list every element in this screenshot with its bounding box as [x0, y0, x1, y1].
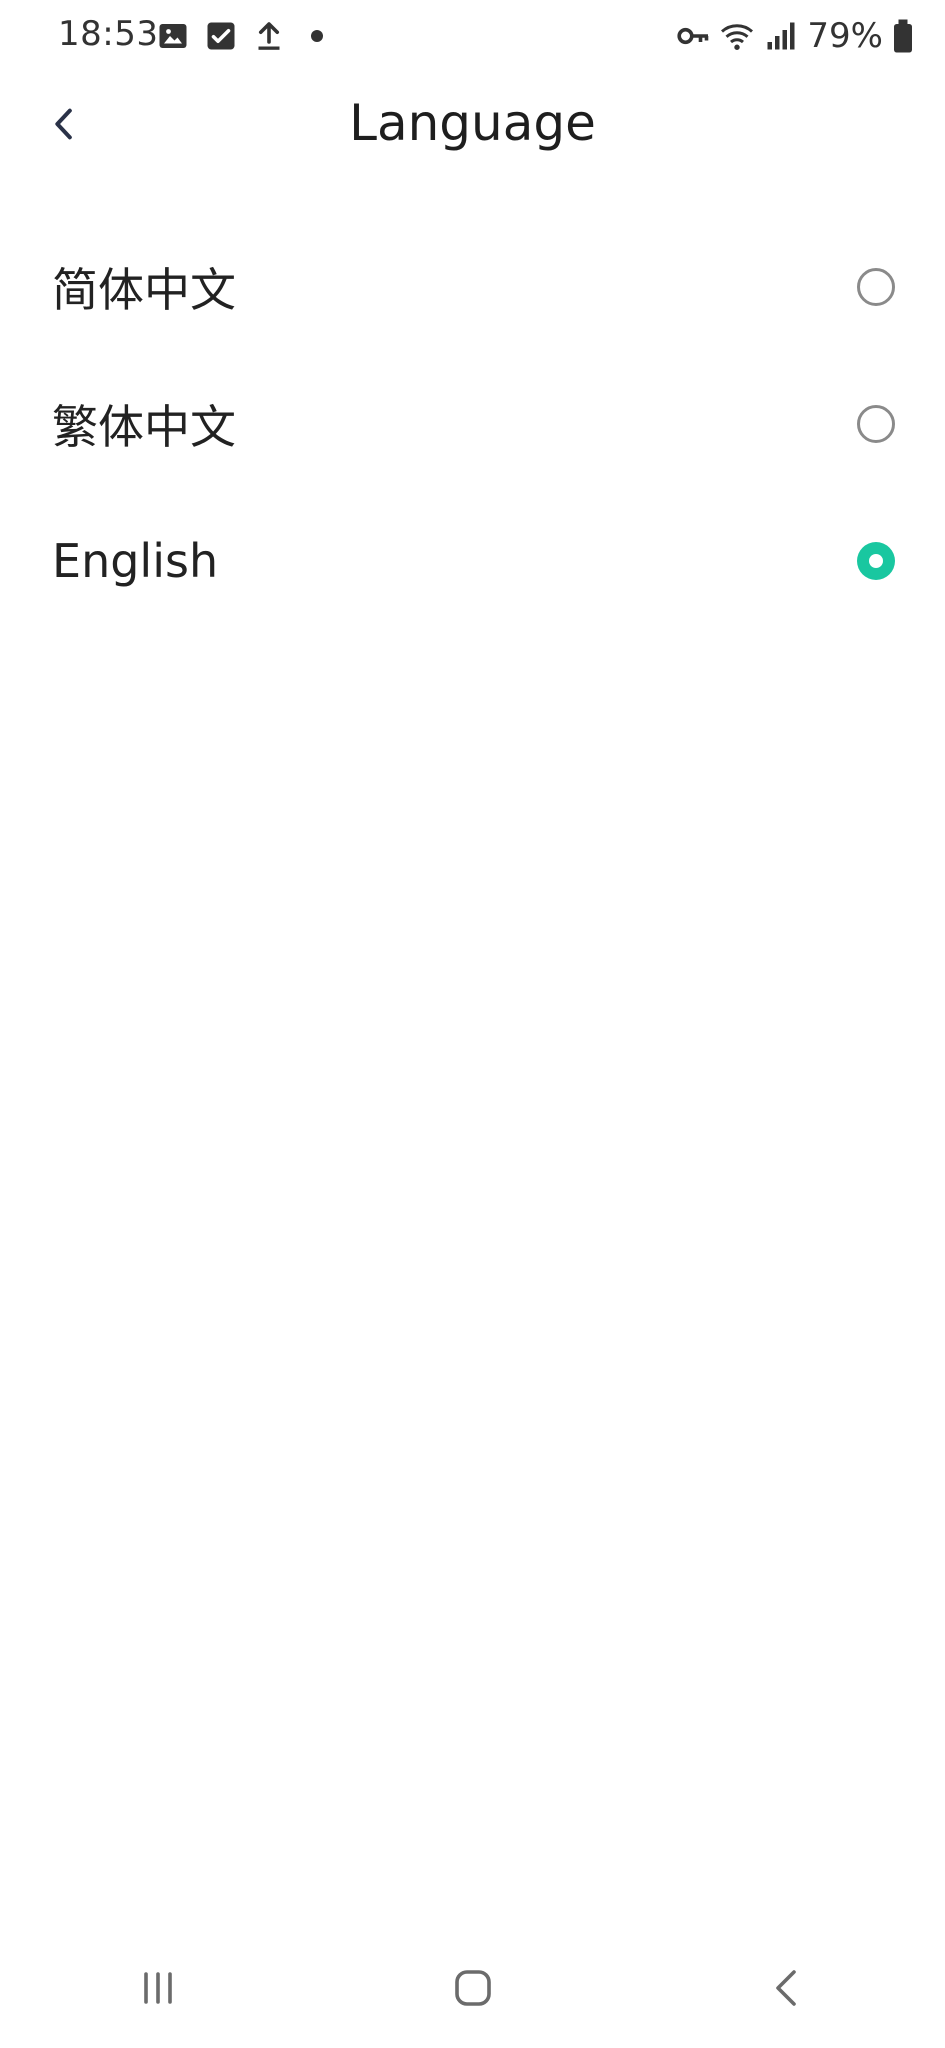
gallery-icon: [155, 18, 191, 54]
language-option-traditional-chinese[interactable]: 繁体中文: [0, 355, 945, 492]
home-button[interactable]: [428, 1943, 518, 2033]
status-notification-icons: [155, 18, 335, 54]
language-option-simplified-chinese[interactable]: 简体中文: [0, 218, 945, 355]
system-navigation-bar: [0, 1928, 945, 2048]
radio-button-unchecked[interactable]: [857, 404, 895, 443]
radio-button-unchecked[interactable]: [857, 267, 895, 306]
checkbox-icon: [203, 18, 239, 54]
vpn-key-icon: [675, 18, 711, 54]
recent-apps-icon: [134, 1964, 182, 2012]
page-title: Language: [349, 94, 596, 152]
wifi-icon: [719, 18, 755, 54]
app-bar: Language: [0, 72, 945, 176]
language-option-english[interactable]: English: [0, 492, 945, 629]
radio-button-checked[interactable]: [857, 541, 895, 580]
status-system-icons: 79%: [675, 14, 915, 58]
upload-icon: [251, 18, 287, 54]
language-list: 简体中文 繁体中文 English: [0, 218, 945, 629]
status-bar: 18:53 79%: [0, 0, 945, 72]
nav-back-button[interactable]: [743, 1943, 833, 2033]
battery-percentage: 79%: [807, 16, 883, 56]
battery-icon: [891, 18, 915, 54]
recent-apps-button[interactable]: [113, 1943, 203, 2033]
language-label: English: [52, 533, 219, 588]
dot-icon: [299, 18, 335, 54]
status-time: 18:53: [58, 14, 159, 54]
language-label: 繁体中文: [52, 399, 236, 454]
signal-icon: [763, 18, 799, 54]
back-icon: [764, 1964, 812, 2012]
home-icon: [449, 1964, 497, 2012]
language-label: 简体中文: [52, 262, 236, 317]
